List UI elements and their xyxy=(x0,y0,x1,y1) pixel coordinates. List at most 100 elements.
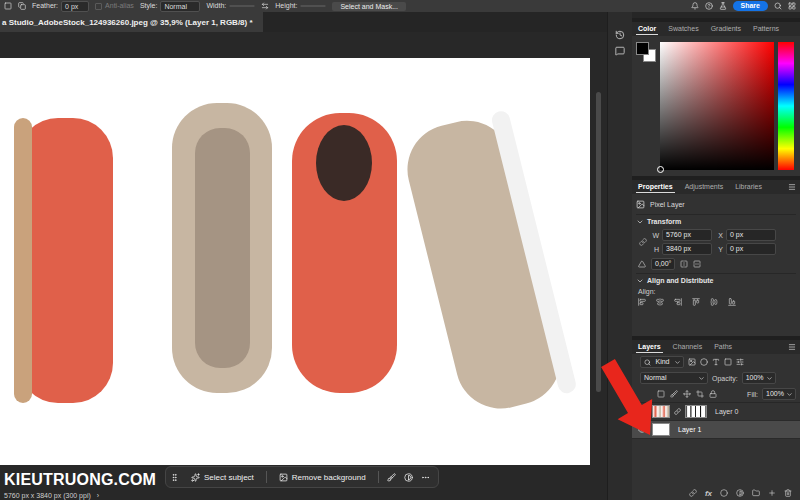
flip-vertical-icon[interactable] xyxy=(693,260,701,268)
panel-tab[interactable]: Adjustments xyxy=(683,181,726,193)
share-button[interactable]: Share xyxy=(733,1,768,11)
selection-mode-icon[interactable] xyxy=(4,2,12,10)
adjust-icon[interactable] xyxy=(404,473,413,482)
blend-mode-select[interactable]: Normal xyxy=(640,372,708,384)
swap-icon[interactable] xyxy=(261,2,269,10)
link-icon[interactable] xyxy=(639,238,647,246)
adjustment-layer-icon[interactable] xyxy=(736,489,744,497)
layers-footer: fx xyxy=(632,486,800,500)
transform-field[interactable]: 0 px xyxy=(726,243,776,255)
scroll-thumb[interactable] xyxy=(596,92,601,392)
workspace-icon[interactable] xyxy=(788,2,796,10)
panel-tool-strip xyxy=(607,12,632,500)
filter-pixel-icon[interactable] xyxy=(688,358,696,366)
panel-tab[interactable]: Paths xyxy=(712,341,734,353)
lock-transparency-icon[interactable] xyxy=(657,390,665,398)
panel-tab[interactable]: Layers xyxy=(636,341,663,353)
hue-slider[interactable] xyxy=(778,42,794,170)
color-marker[interactable] xyxy=(657,166,664,173)
trash-icon[interactable] xyxy=(784,489,792,497)
align-middle-icon[interactable] xyxy=(710,298,718,306)
mask-link-icon[interactable] xyxy=(674,408,681,415)
select-subject-button[interactable]: Select subject xyxy=(187,471,258,484)
layer-name[interactable]: Layer 1 xyxy=(674,426,701,433)
style-select[interactable]: Normal xyxy=(160,1,200,12)
transform-header[interactable]: Transform xyxy=(636,214,796,226)
filter-smart-icon[interactable] xyxy=(736,358,744,366)
lock-position-icon[interactable] xyxy=(683,390,691,398)
filter-adjust-icon[interactable] xyxy=(700,358,708,366)
width-field[interactable] xyxy=(229,5,255,7)
grip-icon[interactable] xyxy=(170,473,179,482)
lock-all-icon[interactable] xyxy=(709,390,717,398)
opacity-field[interactable]: 100% xyxy=(742,372,776,384)
anti-alias-checkbox[interactable] xyxy=(95,3,102,10)
comments-icon[interactable] xyxy=(615,46,625,56)
lock-artboard-icon[interactable] xyxy=(696,390,704,398)
mask-thumbnail[interactable] xyxy=(685,405,707,418)
align-left-icon[interactable] xyxy=(638,298,646,306)
align-header[interactable]: Align and Distribute xyxy=(636,273,796,285)
anti-alias-group[interactable]: Anti-alias xyxy=(95,1,134,11)
status-arrow[interactable]: › xyxy=(97,492,99,499)
layer-style-button[interactable]: fx xyxy=(705,489,712,498)
align-right-icon[interactable] xyxy=(674,298,682,306)
filter-type-icon[interactable] xyxy=(712,358,720,366)
brush-icon[interactable] xyxy=(387,473,396,482)
panel-menu-icon[interactable] xyxy=(788,343,796,351)
angle-field[interactable]: 0,00° xyxy=(651,258,675,270)
transform-label: H xyxy=(651,246,659,253)
flip-horizontal-icon[interactable] xyxy=(680,260,688,268)
angle-row: 0,00° xyxy=(636,258,796,270)
color-swatches xyxy=(636,42,656,62)
panel-tab[interactable]: Color xyxy=(636,23,658,35)
new-layer-icon[interactable] xyxy=(768,489,776,497)
link-layers-icon[interactable] xyxy=(689,489,697,497)
photo[interactable] xyxy=(0,58,590,465)
chevron-down-icon xyxy=(786,391,793,398)
history-icon[interactable] xyxy=(615,30,625,40)
more-icon[interactable] xyxy=(421,473,430,482)
style-label: Style: xyxy=(140,1,158,11)
search-icon[interactable] xyxy=(774,2,782,10)
panel-tab[interactable]: Swatches xyxy=(666,23,700,35)
group-icon[interactable] xyxy=(752,489,760,497)
panel-tab[interactable]: Channels xyxy=(671,341,705,353)
canvas-scrollbar[interactable] xyxy=(590,32,607,490)
align-bottom-icon[interactable] xyxy=(728,298,736,306)
align-top-icon[interactable] xyxy=(692,298,700,306)
align-center-icon[interactable] xyxy=(656,298,664,306)
panel-menu-icon[interactable] xyxy=(788,183,796,191)
color-field[interactable] xyxy=(660,42,774,170)
bell-icon[interactable] xyxy=(691,2,699,10)
panel-tab[interactable]: Gradients xyxy=(709,23,743,35)
panel-tab[interactable]: Properties xyxy=(636,181,675,193)
fill-field[interactable]: 100% xyxy=(762,388,796,400)
transform-field[interactable]: 3840 px xyxy=(662,243,712,255)
panel-tab[interactable]: Patterns xyxy=(751,23,781,35)
help-icon[interactable] xyxy=(705,2,713,10)
layer-name[interactable]: Layer 0 xyxy=(711,408,738,415)
feather-field[interactable]: 0 px xyxy=(61,1,89,12)
foreground-swatch[interactable] xyxy=(636,42,649,55)
lock-pixels-icon[interactable] xyxy=(670,390,678,398)
remove-background-button[interactable]: Remove background xyxy=(275,471,370,484)
width-group: Width: xyxy=(206,1,255,11)
select-and-mask-button[interactable]: Select and Mask... xyxy=(332,2,406,11)
layer-list: Layer 0 Layer 1 xyxy=(632,402,800,486)
link-cell[interactable] xyxy=(638,238,648,246)
document-tab[interactable]: a Studio_AdobeStock_124936260.jpeg @ 35,… xyxy=(0,12,263,32)
panel-tab[interactable]: Libraries xyxy=(733,181,764,193)
layer-row[interactable]: Layer 1 xyxy=(632,421,800,439)
transform-field[interactable]: 0 px xyxy=(726,229,776,241)
chevron-down-icon xyxy=(698,375,705,382)
transform-field[interactable]: 5760 px xyxy=(662,229,712,241)
add-selection-icon[interactable] xyxy=(18,2,26,10)
filter-shape-icon[interactable] xyxy=(724,358,732,366)
height-field[interactable] xyxy=(300,5,326,7)
filter-select[interactable]: Kind xyxy=(640,356,684,368)
add-mask-icon[interactable] xyxy=(720,489,728,497)
layer-row[interactable]: Layer 0 xyxy=(632,403,800,421)
flask-icon[interactable] xyxy=(719,2,727,10)
layer-thumbnail xyxy=(652,405,670,418)
